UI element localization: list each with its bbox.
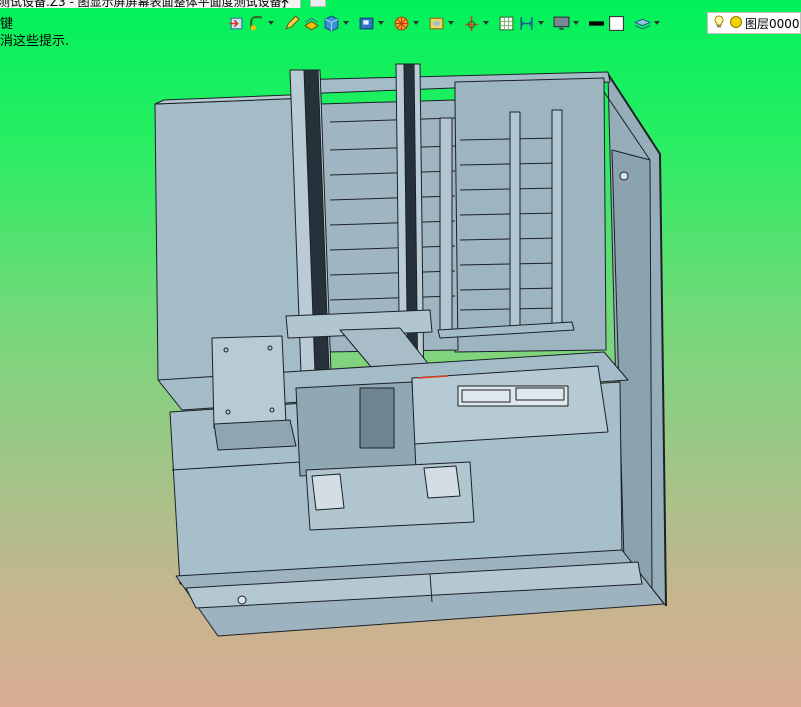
view-cube-icon[interactable] — [356, 13, 376, 33]
pencil-icon[interactable] — [281, 13, 301, 33]
new-tab-button[interactable] — [310, 0, 326, 7]
view-toolbar — [226, 12, 661, 34]
datum-dropdown-icon[interactable] — [481, 13, 490, 33]
section-wheel-icon[interactable] — [391, 13, 411, 33]
fillet-dropdown-icon[interactable] — [266, 13, 275, 33]
fill-color-icon[interactable] — [606, 13, 626, 33]
measure-dropdown-icon[interactable] — [446, 13, 455, 33]
view-dropdown-icon[interactable] — [376, 13, 385, 33]
document-tab[interactable]: 测试设备.Z3 - 图显示屏屏幕表面整体平面度测试设备] ✕ — [0, 0, 301, 8]
line-color-icon[interactable] — [586, 13, 606, 33]
display-monitor-icon[interactable] — [551, 13, 571, 33]
layer-selector[interactable]: 图层0000 — [707, 12, 801, 34]
fillet-tool-icon[interactable] — [246, 13, 266, 33]
dimension-dropdown-icon[interactable] — [536, 13, 545, 33]
machine-model — [154, 63, 667, 637]
document-tab-title: 测试设备.Z3 - 图显示屏屏幕表面整体平面度测试设备] — [0, 0, 287, 8]
layer-stack-icon[interactable] — [632, 13, 652, 33]
cad-viewport[interactable] — [0, 0, 801, 707]
shaded-dropdown-icon[interactable] — [341, 13, 350, 33]
grid-snap-icon[interactable] — [496, 13, 516, 33]
datum-axis-icon[interactable] — [461, 13, 481, 33]
measure-frame-icon[interactable] — [426, 13, 446, 33]
section-dropdown-icon[interactable] — [411, 13, 420, 33]
face-highlight-icon[interactable] — [301, 13, 321, 33]
close-tab-icon[interactable]: ✕ — [280, 0, 290, 7]
layer-dropdown-icon[interactable] — [652, 13, 661, 33]
prompt-line-2: 消这些提示. — [0, 34, 70, 49]
exit-sketch-icon[interactable] — [226, 13, 246, 33]
dimension-icon[interactable] — [516, 13, 536, 33]
shaded-cube-icon[interactable] — [321, 13, 341, 33]
layer-name: 图层0000 — [745, 16, 800, 31]
display-dropdown-icon[interactable] — [571, 13, 580, 33]
lightbulb-icon[interactable] — [712, 14, 726, 33]
layer-dot-icon — [729, 14, 743, 33]
